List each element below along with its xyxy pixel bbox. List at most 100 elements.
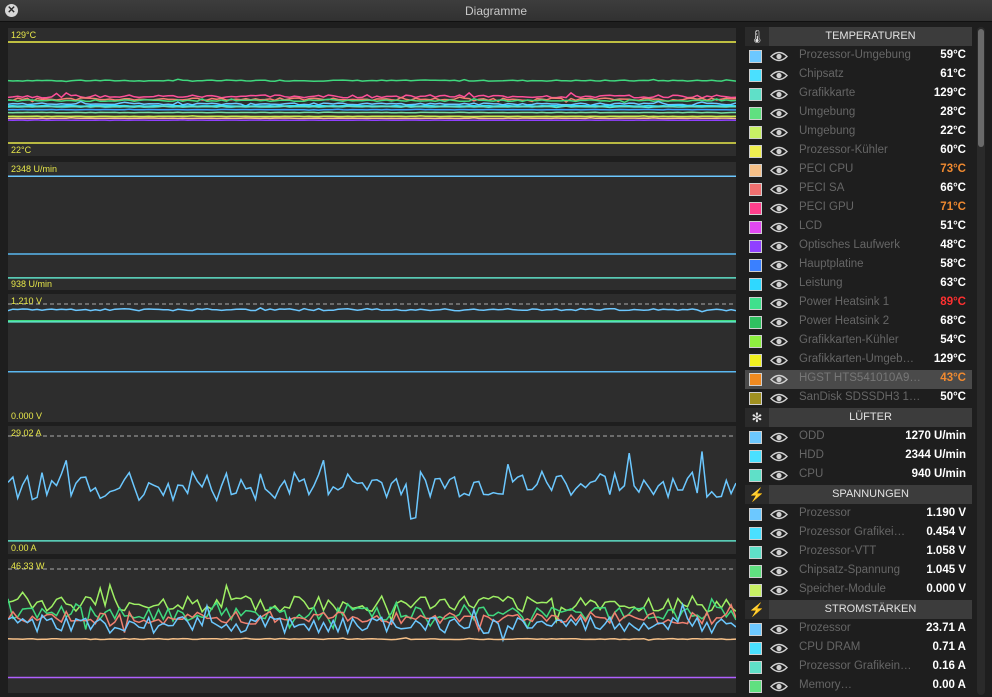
sensor-row[interactable]: SanDisk SDSSDH3 1… 50°C [745, 389, 972, 408]
scrollbar-thumb[interactable] [978, 29, 984, 147]
eye-icon[interactable] [770, 546, 788, 559]
sensor-row[interactable]: HDD 2344 U/min [745, 447, 972, 466]
sensor-row[interactable]: CPU 940 U/min [745, 466, 972, 485]
color-swatch[interactable] [749, 527, 762, 540]
sensor-row[interactable]: Power Heatsink 2 68°C [745, 313, 972, 332]
color-swatch[interactable] [749, 69, 762, 82]
sensor-row[interactable]: Chipsatz-Spannung 1.045 V [745, 562, 972, 581]
color-swatch[interactable] [749, 546, 762, 559]
eye-icon[interactable] [770, 164, 788, 177]
sensor-list[interactable]: 🌡 TEMPERATUREN Prozessor-Umgebung 59°C Chips… [745, 27, 972, 695]
color-swatch[interactable] [749, 297, 762, 310]
sensor-row[interactable]: Grafikkarten-Kühler 54°C [745, 332, 972, 351]
color-swatch[interactable] [749, 50, 762, 63]
color-swatch[interactable] [749, 240, 762, 253]
eye-icon[interactable] [770, 373, 788, 386]
sensor-row[interactable]: Umgebung 22°C [745, 123, 972, 142]
color-swatch[interactable] [749, 508, 762, 521]
eye-icon[interactable] [770, 642, 788, 655]
sensor-row[interactable]: PECI GPU 71°C [745, 199, 972, 218]
color-swatch[interactable] [749, 642, 762, 655]
eye-icon[interactable] [770, 623, 788, 636]
color-swatch[interactable] [749, 259, 762, 272]
sensor-name: Umgebung [799, 106, 856, 118]
sensor-row[interactable]: ODD 1270 U/min [745, 428, 972, 447]
color-swatch[interactable] [749, 565, 762, 578]
eye-icon[interactable] [770, 392, 788, 405]
eye-icon[interactable] [770, 297, 788, 310]
eye-icon[interactable] [770, 450, 788, 463]
sensor-row[interactable]: Prozessor-Umgebung 59°C [745, 47, 972, 66]
eye-icon[interactable] [770, 240, 788, 253]
sensor-row[interactable]: Grafikkarten-Umgeb… 129°C [745, 351, 972, 370]
eye-icon[interactable] [770, 88, 788, 101]
eye-icon[interactable] [770, 431, 788, 444]
color-swatch[interactable] [749, 335, 762, 348]
sensor-row[interactable]: Prozessor-Kühler 60°C [745, 142, 972, 161]
sensor-row[interactable]: Speicher-Module 0.000 V [745, 581, 972, 600]
color-swatch[interactable] [749, 661, 762, 674]
sensor-row[interactable]: Prozessor 23.71 A [745, 620, 972, 639]
color-swatch[interactable] [749, 145, 762, 158]
color-swatch[interactable] [749, 107, 762, 120]
sensor-row[interactable]: Hauptplatine 58°C [745, 256, 972, 275]
sensor-row[interactable]: Power Heatsink 1 89°C [745, 294, 972, 313]
color-swatch[interactable] [749, 680, 762, 693]
color-swatch[interactable] [749, 278, 762, 291]
eye-icon[interactable] [770, 469, 788, 482]
eye-icon[interactable] [770, 316, 788, 329]
eye-icon[interactable] [770, 527, 788, 540]
sensor-row[interactable]: Prozessor 1.190 V [745, 505, 972, 524]
sensor-row[interactable]: HGST HTS541010A9… 43°C [745, 370, 972, 389]
color-swatch[interactable] [749, 126, 762, 139]
eye-icon[interactable] [770, 107, 788, 120]
eye-icon[interactable] [770, 335, 788, 348]
color-swatch[interactable] [749, 431, 762, 444]
sensor-name: Prozessor-Kühler [799, 144, 888, 156]
sensor-row[interactable]: Optisches Laufwerk 48°C [745, 237, 972, 256]
eye-icon[interactable] [770, 680, 788, 693]
sensor-row[interactable]: Prozessor Grafikein… 0.16 A [745, 658, 972, 677]
eye-icon[interactable] [770, 278, 788, 291]
sensor-list-scrollbar[interactable] [975, 27, 987, 695]
color-swatch[interactable] [749, 450, 762, 463]
color-swatch[interactable] [749, 392, 762, 405]
sensor-row[interactable]: Umgebung 28°C [745, 104, 972, 123]
eye-icon[interactable] [770, 183, 788, 196]
eye-icon[interactable] [770, 145, 788, 158]
color-swatch[interactable] [749, 183, 762, 196]
eye-icon[interactable] [770, 584, 788, 597]
color-swatch[interactable] [749, 202, 762, 215]
color-swatch[interactable] [749, 354, 762, 367]
eye-icon[interactable] [770, 354, 788, 367]
sensor-row[interactable]: Memory… 0.00 A [745, 677, 972, 695]
series-line-temp-7 [8, 105, 736, 109]
eye-icon[interactable] [770, 50, 788, 63]
color-swatch[interactable] [749, 164, 762, 177]
sensor-row[interactable]: Grafikkarte 129°C [745, 85, 972, 104]
sensor-value: 940 U/min [911, 468, 966, 480]
sensor-row[interactable]: Chipsatz 61°C [745, 66, 972, 85]
eye-icon[interactable] [770, 221, 788, 234]
color-swatch[interactable] [749, 221, 762, 234]
sensor-row[interactable]: CPU DRAM 0.71 A [745, 639, 972, 658]
sensor-row[interactable]: PECI SA 66°C [745, 180, 972, 199]
sensor-row[interactable]: LCD 51°C [745, 218, 972, 237]
color-swatch[interactable] [749, 373, 762, 386]
color-swatch[interactable] [749, 623, 762, 636]
color-swatch[interactable] [749, 469, 762, 482]
color-swatch[interactable] [749, 584, 762, 597]
eye-icon[interactable] [770, 259, 788, 272]
sensor-row[interactable]: PECI CPU 73°C [745, 161, 972, 180]
color-swatch[interactable] [749, 316, 762, 329]
sensor-row[interactable]: Prozessor-VTT 1.058 V [745, 543, 972, 562]
eye-icon[interactable] [770, 126, 788, 139]
eye-icon[interactable] [770, 661, 788, 674]
sensor-row[interactable]: Prozessor Grafikei… 0.454 V [745, 524, 972, 543]
eye-icon[interactable] [770, 202, 788, 215]
eye-icon[interactable] [770, 508, 788, 521]
eye-icon[interactable] [770, 565, 788, 578]
eye-icon[interactable] [770, 69, 788, 82]
color-swatch[interactable] [749, 88, 762, 101]
sensor-row[interactable]: Leistung 63°C [745, 275, 972, 294]
